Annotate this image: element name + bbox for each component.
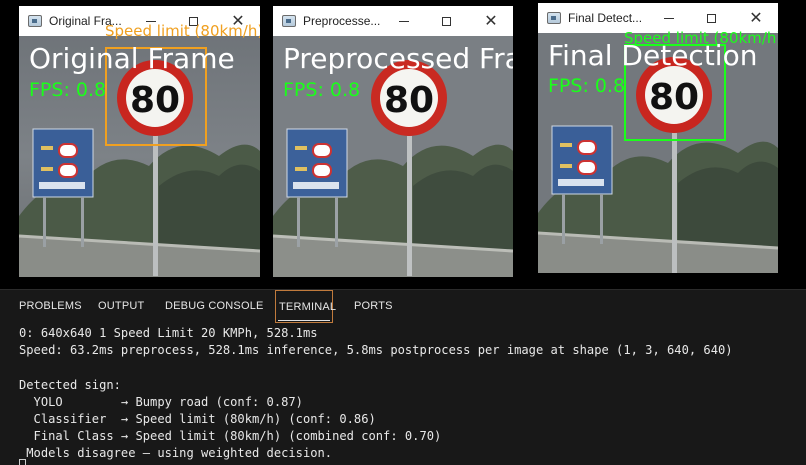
close-icon: ✕	[749, 8, 763, 27]
close-button[interactable]: ✕	[469, 6, 513, 36]
terminal-line: Final Class → Speed limit (80km/h) (comb…	[19, 429, 442, 444]
maximize-button[interactable]	[423, 6, 469, 36]
terminal-cursor	[19, 459, 26, 465]
minimize-icon	[664, 17, 674, 19]
maximize-button[interactable]	[688, 3, 734, 33]
fps-counter: FPS: 0.8	[283, 79, 361, 101]
minimize-button[interactable]	[385, 6, 423, 36]
window-title: Final Detect...	[568, 11, 643, 25]
tab-output[interactable]: OUTPUT	[98, 290, 144, 323]
minimize-button[interactable]	[650, 3, 688, 33]
camera-frame: 80 Preprocessed Frame FPS: 0.8	[273, 36, 513, 277]
app-icon	[28, 15, 42, 27]
terminal-line: Models disagree — using weighted decisio…	[19, 446, 333, 461]
close-icon: ✕	[484, 11, 498, 30]
terminal-line: YOLO → Bumpy road (conf: 0.87)	[19, 394, 303, 409]
original-frame-window[interactable]: Original Fra... ✕ 80 Speed limit (80km/h…	[19, 6, 260, 277]
camera-frame: 80 Speed limit (80km/h) Original Frame F…	[19, 24, 260, 277]
tab-terminal[interactable]: TERMINAL	[275, 290, 336, 323]
window-titlebar[interactable]: Final Detect... ✕	[538, 3, 778, 33]
terminal-output[interactable]: 0: 640x640 1 Speed Limit 20 KMPh, 528.1m…	[19, 325, 806, 463]
app-icon	[547, 12, 561, 24]
maximize-icon	[706, 13, 716, 23]
yolo-detection-label: Speed limit (80km/h)	[105, 24, 260, 39]
fps-counter: FPS: 0.8	[29, 79, 107, 101]
terminal-line: Classifier → Speed limit (80km/h) (conf:…	[19, 412, 376, 427]
overlay-title: Original Frame	[29, 42, 235, 75]
window-title: Preprocesse...	[303, 14, 381, 28]
final-detection-window[interactable]: Final Detect... ✕ 80 Speed limit (80km/h…	[538, 3, 778, 273]
sign-number: 80	[384, 80, 434, 121]
close-button[interactable]: ✕	[734, 3, 778, 33]
tab-ports[interactable]: PORTS	[354, 290, 393, 323]
tab-debug-console[interactable]: DEBUG CONSOLE	[165, 290, 264, 323]
window-titlebar[interactable]: Preprocesse... ✕	[273, 6, 513, 36]
overlay-title: Preprocessed Frame	[283, 42, 513, 75]
minimize-icon	[399, 20, 409, 22]
fps-counter: FPS: 0.8	[548, 75, 626, 97]
overlay-title: Final Detection	[548, 39, 758, 72]
bottom-panel: PROBLEMS OUTPUT DEBUG CONSOLE TERMINAL P…	[0, 289, 806, 465]
tab-problems[interactable]: PROBLEMS	[19, 290, 82, 323]
camera-frame: 80 Speed limit (80km/h) Final Detection …	[538, 31, 778, 273]
maximize-icon	[441, 16, 451, 26]
terminal-line: Speed: 63.2ms preprocess, 528.1ms infere…	[19, 343, 733, 358]
preprocessed-frame-window[interactable]: Preprocesse... ✕ 80 Preprocessed Frame F…	[273, 6, 513, 277]
terminal-line: Detected sign:	[19, 377, 121, 392]
app-icon	[282, 15, 296, 27]
panel-tabs: PROBLEMS OUTPUT DEBUG CONSOLE TERMINAL P…	[0, 290, 806, 323]
terminal-line: 0: 640x640 1 Speed Limit 20 KMPh, 528.1m…	[19, 326, 318, 340]
minimize-icon	[146, 20, 156, 22]
